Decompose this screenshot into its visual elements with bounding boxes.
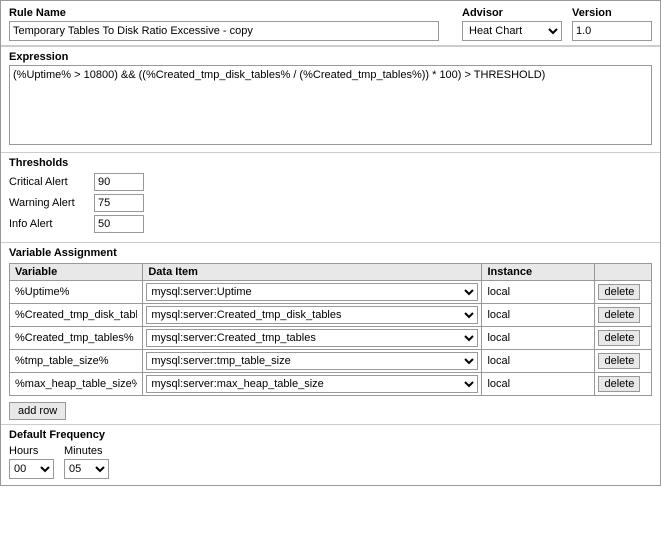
expression-section-header: Expression: [1, 46, 660, 65]
rule-name-input[interactable]: [9, 21, 439, 41]
table-row: mysql:server:Created_tmp_tables delete: [10, 327, 652, 350]
variable-input-4[interactable]: [13, 375, 139, 393]
frequency-header: Default Frequency: [9, 429, 652, 441]
table-row: mysql:server:Uptime delete: [10, 281, 652, 304]
delete-button-2[interactable]: delete: [598, 330, 640, 346]
info-alert-label: Info Alert: [9, 218, 89, 230]
variable-input-3[interactable]: [13, 352, 139, 370]
data-item-select-0[interactable]: mysql:server:Uptime: [146, 283, 478, 301]
variable-table-body: mysql:server:Uptimedeletemysql:server:Cr…: [10, 281, 652, 396]
frequency-row: Hours 00 01 02 03 04 05 06 12 Minutes 00…: [9, 445, 652, 479]
version-label: Version: [572, 7, 652, 19]
threshold-row-info: Info Alert: [9, 215, 652, 233]
variable-input-1[interactable]: [13, 306, 139, 324]
table-row: mysql:server:max_heap_table_size delete: [10, 373, 652, 396]
frequency-section: Default Frequency Hours 00 01 02 03 04 0…: [1, 424, 660, 485]
variable-input-0[interactable]: [13, 283, 139, 301]
delete-button-3[interactable]: delete: [598, 353, 640, 369]
variable-input-2[interactable]: [13, 329, 139, 347]
critical-alert-input[interactable]: [94, 173, 144, 191]
instance-input-4[interactable]: [485, 375, 591, 393]
col-header-action: [595, 264, 652, 281]
info-alert-input[interactable]: [94, 215, 144, 233]
advisor-label: Advisor: [462, 7, 562, 19]
data-item-select-4[interactable]: mysql:server:max_heap_table_size: [146, 375, 478, 393]
rule-name-group: Rule Name: [9, 7, 452, 41]
table-row: mysql:server:tmp_table_size delete: [10, 350, 652, 373]
col-header-variable: Variable: [10, 264, 143, 281]
variable-section: Variable Assignment Variable Data Item I…: [1, 242, 660, 424]
data-item-select-1[interactable]: mysql:server:Created_tmp_disk_tables: [146, 306, 478, 324]
delete-button-4[interactable]: delete: [598, 376, 640, 392]
main-container: Rule Name Advisor Heat Chart Performance…: [0, 0, 661, 486]
instance-input-1[interactable]: [485, 306, 591, 324]
hours-select[interactable]: 00 01 02 03 04 05 06 12: [9, 459, 54, 479]
hours-label: Hours: [9, 445, 54, 457]
critical-alert-label: Critical Alert: [9, 176, 89, 188]
thresholds-header: Thresholds: [9, 157, 652, 169]
warning-alert-input[interactable]: [94, 194, 144, 212]
minutes-select[interactable]: 00 05 10 15 20 25 30 35 40 45 50 55: [64, 459, 109, 479]
col-header-instance: Instance: [482, 264, 595, 281]
version-input[interactable]: [572, 21, 652, 41]
version-group: Version: [572, 7, 652, 41]
expression-section: (%Uptime% > 10800) && ((%Created_tmp_dis…: [1, 65, 660, 152]
add-row-button[interactable]: add row: [9, 402, 66, 420]
variable-assignment-header: Variable Assignment: [9, 247, 652, 259]
instance-input-2[interactable]: [485, 329, 591, 347]
hours-group: Hours 00 01 02 03 04 05 06 12: [9, 445, 54, 479]
expression-input[interactable]: (%Uptime% > 10800) && ((%Created_tmp_dis…: [9, 65, 652, 145]
delete-button-0[interactable]: delete: [598, 284, 640, 300]
instance-input-0[interactable]: [485, 283, 591, 301]
advisor-group: Advisor Heat Chart Performance Security: [462, 7, 562, 41]
threshold-row-critical: Critical Alert: [9, 173, 652, 191]
warning-alert-label: Warning Alert: [9, 197, 89, 209]
thresholds-section: Thresholds Critical Alert Warning Alert …: [1, 152, 660, 242]
data-item-select-2[interactable]: mysql:server:Created_tmp_tables: [146, 329, 478, 347]
minutes-group: Minutes 00 05 10 15 20 25 30 35 40 45 50…: [64, 445, 109, 479]
rule-name-label: Rule Name: [9, 7, 452, 19]
col-header-dataitem: Data Item: [143, 264, 482, 281]
instance-input-3[interactable]: [485, 352, 591, 370]
threshold-row-warning: Warning Alert: [9, 194, 652, 212]
advisor-select[interactable]: Heat Chart Performance Security: [462, 21, 562, 41]
delete-button-1[interactable]: delete: [598, 307, 640, 323]
header-row: Rule Name Advisor Heat Chart Performance…: [1, 1, 660, 46]
table-row: mysql:server:Created_tmp_disk_tables dele…: [10, 304, 652, 327]
table-header-row: Variable Data Item Instance: [10, 264, 652, 281]
data-item-select-3[interactable]: mysql:server:tmp_table_size: [146, 352, 478, 370]
variable-table: Variable Data Item Instance mysql:server…: [9, 263, 652, 396]
minutes-label: Minutes: [64, 445, 109, 457]
